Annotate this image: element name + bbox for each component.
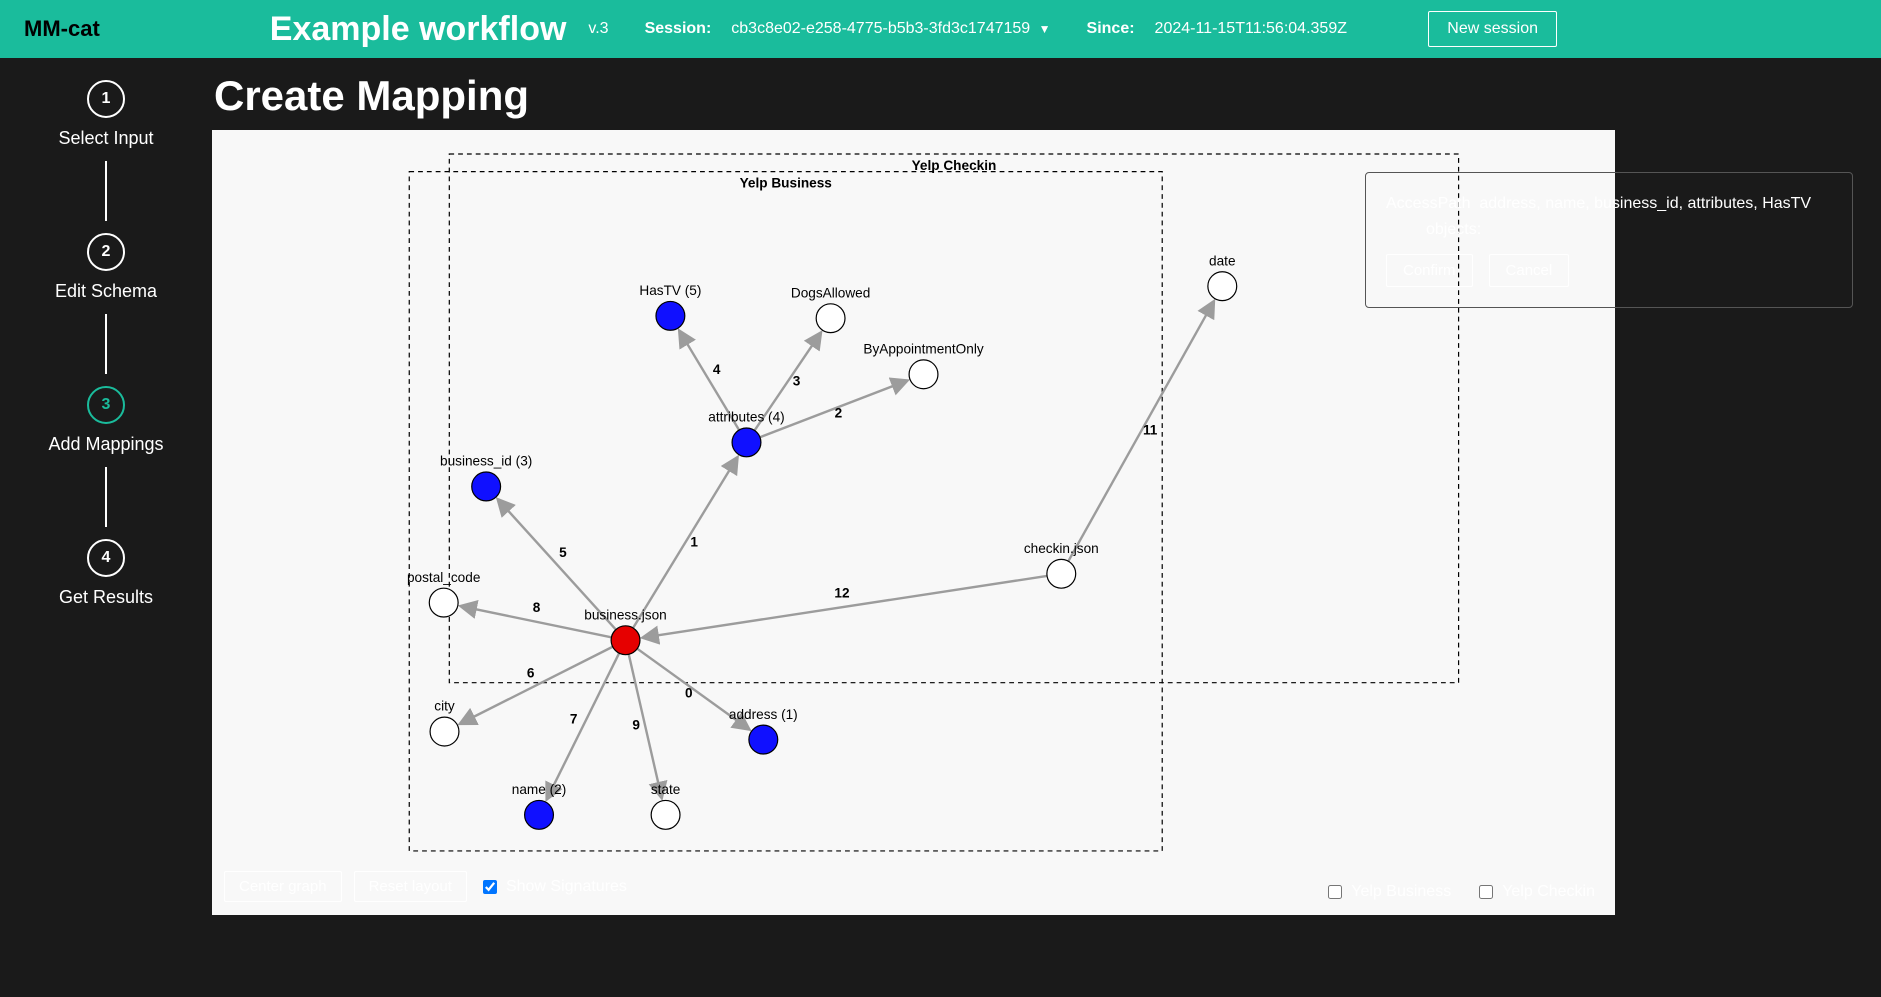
graph-node-label: business.json: [584, 607, 666, 622]
center-graph-button[interactable]: Center graph: [224, 871, 342, 902]
step-connector: [105, 467, 107, 527]
step-connector: [105, 161, 107, 221]
edge-label: 9: [632, 718, 640, 733]
yelp-business-label: Yelp Business: [1351, 883, 1451, 901]
graph-edge[interactable]: [1068, 302, 1213, 562]
step-add-mappings[interactable]: 3 Add Mappings: [48, 386, 163, 455]
graph-toolbar-left: Center graph Reset layout Show Signature…: [224, 871, 627, 902]
graph-node-city[interactable]: [430, 717, 459, 746]
graph-node-label: ByAppointmentOnly: [863, 341, 983, 356]
graph-toolbar-right: Yelp Business Yelp Checkin: [1324, 882, 1595, 902]
session-label: Session:: [645, 20, 712, 38]
page-title: Create Mapping: [214, 72, 1881, 120]
graph-node-label: name (2): [512, 782, 566, 797]
step-label: Select Input: [58, 128, 153, 149]
accesspath-value: address, name, business_id, attributes, …: [1479, 195, 1811, 212]
step-label: Edit Schema: [55, 281, 157, 302]
edge-label: 6: [527, 665, 535, 680]
graph-node-label: HasTV (5): [639, 283, 701, 298]
edge-label: 1: [690, 534, 698, 549]
step-edit-schema[interactable]: 2 Edit Schema: [55, 233, 157, 302]
group-title: Yelp Business: [740, 176, 833, 191]
step-label: Add Mappings: [48, 434, 163, 455]
graph-node-dogs[interactable]: [816, 304, 845, 333]
access-path-text: AccessPath address, name, business_id, a…: [1386, 191, 1832, 217]
cancel-button[interactable]: Cancel: [1489, 254, 1570, 287]
yelp-checkin-checkbox[interactable]: [1479, 885, 1493, 899]
graph-node-business_json[interactable]: [611, 626, 640, 655]
workflow-title: Example workflow: [270, 10, 567, 49]
graph-node-date[interactable]: [1208, 272, 1237, 301]
step-number: 2: [87, 233, 125, 271]
step-select-input[interactable]: 1 Select Input: [58, 80, 153, 149]
since-label: Since:: [1087, 20, 1135, 38]
graph-node-label: city: [434, 699, 455, 714]
yelp-checkin-label: Yelp Checkin: [1502, 883, 1595, 901]
group-box: [449, 154, 1458, 683]
graph-node-business_id[interactable]: [472, 472, 501, 501]
graph-node-state[interactable]: [651, 800, 680, 829]
graph-node-label: postal_code: [407, 570, 480, 585]
graph-node-hastv[interactable]: [656, 301, 685, 330]
steps-sidebar: 1 Select Input 2 Edit Schema 3 Add Mappi…: [0, 58, 212, 997]
edge-label: 12: [834, 586, 850, 601]
group-title: Yelp Checkin: [912, 158, 997, 173]
graph-edge[interactable]: [633, 457, 737, 628]
graph-node-checkin_json[interactable]: [1047, 559, 1076, 588]
show-signatures-label: Show Signatures: [506, 878, 627, 896]
reset-layout-button[interactable]: Reset layout: [354, 871, 467, 902]
graph-node-label: address (1): [729, 707, 798, 722]
confirm-button[interactable]: Confirm: [1386, 254, 1473, 287]
chevron-down-icon: ▼: [1039, 22, 1051, 36]
graph-node-label: date: [1209, 253, 1235, 268]
header-bar: MM-cat Example workflow v.3 Session: cb3…: [0, 0, 1881, 58]
graph-node-appt[interactable]: [909, 360, 938, 389]
edge-label: 11: [1143, 423, 1158, 438]
step-number: 4: [87, 539, 125, 577]
step-number: 3: [87, 386, 125, 424]
graph-node-label: DogsAllowed: [791, 285, 870, 300]
graph-node-label: checkin.json: [1024, 541, 1099, 556]
session-id[interactable]: cb3c8e02-e258-4775-b5b3-3fd3c1747159 ▼: [731, 20, 1050, 38]
edge-label: 0: [685, 686, 693, 701]
accesspath-label: AccessPath: [1386, 195, 1470, 212]
graph-node-postal[interactable]: [429, 588, 458, 617]
edge-label: 5: [559, 545, 567, 560]
edge-label: 7: [570, 711, 578, 726]
step-label: Get Results: [59, 587, 153, 608]
yelp-business-checkbox[interactable]: [1328, 885, 1342, 899]
edge-label: 8: [533, 600, 541, 615]
new-session-button[interactable]: New session: [1428, 11, 1557, 47]
access-path-panel: AccessPath address, name, business_id, a…: [1365, 172, 1853, 308]
step-get-results[interactable]: 4 Get Results: [59, 539, 153, 608]
graph-node-name[interactable]: [525, 800, 554, 829]
step-number: 1: [87, 80, 125, 118]
step-connector: [105, 314, 107, 374]
yelp-checkin-toggle[interactable]: Yelp Checkin: [1475, 882, 1595, 902]
show-signatures-toggle[interactable]: Show Signatures: [479, 877, 627, 897]
graph-node-label: attributes (4): [708, 410, 784, 425]
graph-node-label: state: [651, 782, 681, 797]
brand-logo[interactable]: MM-cat: [24, 16, 100, 42]
graph-node-label: business_id (3): [440, 454, 532, 469]
graph-node-address[interactable]: [749, 725, 778, 754]
show-signatures-checkbox[interactable]: [483, 880, 497, 894]
edge-label: 4: [713, 362, 721, 377]
edge-label: 3: [793, 374, 801, 389]
group-box: [409, 172, 1162, 851]
since-value: 2024-11-15T11:56:04.359Z: [1155, 20, 1347, 38]
graph-node-attributes[interactable]: [732, 428, 761, 457]
edge-label: 2: [835, 405, 843, 420]
objects-label: objects:: [1386, 217, 1832, 243]
workflow-version: v.3: [588, 20, 608, 38]
yelp-business-toggle[interactable]: Yelp Business: [1324, 882, 1451, 902]
